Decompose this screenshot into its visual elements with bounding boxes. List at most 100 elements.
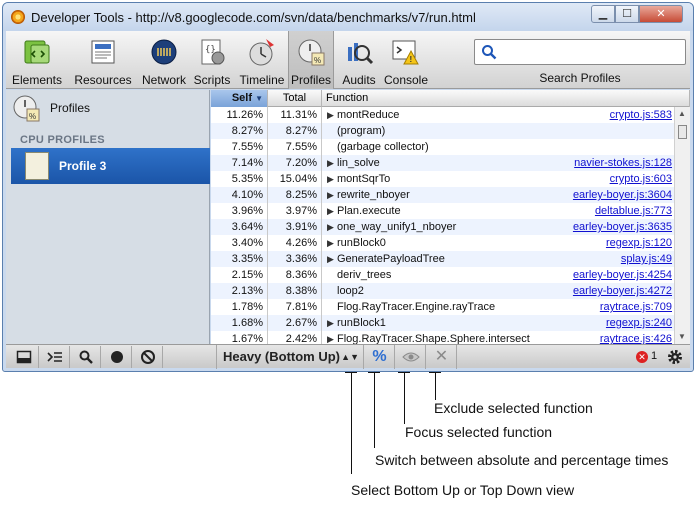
column-header-total[interactable]: Total xyxy=(268,90,322,107)
source-link[interactable]: regexp.js:240 xyxy=(606,315,672,331)
table-row[interactable]: 5.35% 15.04% ▶ montSqrTo crypto.js:603 xyxy=(211,171,674,187)
expand-triangle-icon[interactable]: ▶ xyxy=(327,171,334,187)
focus-function-button[interactable] xyxy=(396,345,426,369)
clear-button[interactable] xyxy=(133,346,163,368)
callout-line xyxy=(404,372,405,424)
vertical-scrollbar[interactable]: ▲ ▼ xyxy=(674,107,690,344)
expand-triangle-icon[interactable]: ▶ xyxy=(327,235,334,251)
expand-triangle-icon[interactable]: ▶ xyxy=(327,219,334,235)
record-button[interactable] xyxy=(102,346,132,368)
source-link[interactable]: navier-stokes.js:128 xyxy=(574,155,672,171)
tab-resources[interactable]: Resources xyxy=(70,31,136,89)
search-label: Search Profiles xyxy=(539,71,621,85)
gear-icon[interactable] xyxy=(666,348,684,366)
source-link[interactable]: deltablue.js:773 xyxy=(595,203,672,219)
table-row[interactable]: 8.27% 8.27% (program) xyxy=(211,123,674,139)
table-row[interactable]: 1.67% 2.42% ▶ Flog.RayTracer.Shape.Sphere.i… xyxy=(211,331,674,344)
expand-triangle-icon[interactable]: ▶ xyxy=(327,155,334,171)
search-field[interactable] xyxy=(474,39,686,65)
table-row[interactable]: 7.55% 7.55% (garbage collector) xyxy=(211,139,674,155)
error-icon[interactable]: ✕ xyxy=(636,351,648,363)
table-row[interactable]: 7.14% 7.20% ▶ lin_solve navier-stokes.js:128 xyxy=(211,155,674,171)
expand-triangle-icon[interactable]: ▶ xyxy=(327,331,334,344)
scroll-down-icon[interactable]: ▼ xyxy=(678,332,686,341)
function-cell: deriv_trees earley-boyer.js:4254 xyxy=(322,267,674,283)
tab-label: Resources xyxy=(74,73,132,87)
search-input[interactable] xyxy=(501,43,681,61)
source-link[interactable]: splay.js:49 xyxy=(621,251,672,267)
function-name: one_way_unify1_nboyer xyxy=(337,221,457,233)
error-count[interactable]: 1 xyxy=(651,350,657,362)
sidebar-item-profiles[interactable]: % Profiles xyxy=(6,90,210,126)
callout-line xyxy=(368,372,380,373)
total-cell: 7.81% xyxy=(268,299,322,315)
source-link[interactable]: earley-boyer.js:3635 xyxy=(573,219,672,235)
source-link[interactable]: regexp.js:120 xyxy=(606,235,672,251)
expand-triangle-icon[interactable]: ▶ xyxy=(327,187,334,203)
window-title: Developer Tools - http://v8.googlecode.c… xyxy=(31,10,476,25)
source-link[interactable]: raytrace.js:709 xyxy=(600,299,672,315)
sidebar-item-profile-3[interactable]: Profile 3 xyxy=(11,148,210,184)
function-cell: ▶ lin_solve navier-stokes.js:128 xyxy=(322,155,674,171)
view-mode-select[interactable]: Heavy (Bottom Up) ▲▼ xyxy=(216,345,364,369)
column-header-function[interactable]: Function xyxy=(322,90,690,107)
tab-network[interactable]: Network xyxy=(140,31,188,89)
table-row[interactable]: 2.13% 8.38% loop2 earley-boyer.js:4272 xyxy=(211,283,674,299)
total-cell: 15.04% xyxy=(268,171,322,187)
function-name: loop2 xyxy=(337,285,364,297)
scroll-up-icon[interactable]: ▲ xyxy=(678,109,686,118)
function-cell: ▶ GeneratePayloadTree splay.js:49 xyxy=(322,251,674,267)
close-button[interactable]: ✕ xyxy=(639,5,683,23)
exclude-function-button[interactable]: ✕ xyxy=(427,345,457,369)
table-row[interactable]: 11.26% 11.31% ▶ montReduce crypto.js:583 xyxy=(211,107,674,123)
tab-console[interactable]: ! Console xyxy=(382,31,430,89)
table-row[interactable]: 1.68% 2.67% ▶ runBlock1 regexp.js:240 xyxy=(211,315,674,331)
column-header-self[interactable]: Self ▼ xyxy=(211,90,268,107)
table-row[interactable]: 2.15% 8.36% deriv_trees earley-boyer.js:425… xyxy=(211,267,674,283)
minimize-button[interactable]: ▁ xyxy=(591,5,615,23)
source-link[interactable]: earley-boyer.js:4254 xyxy=(573,267,672,283)
expand-triangle-icon[interactable]: ▶ xyxy=(327,203,334,219)
table-row[interactable]: 3.96% 3.97% ▶ Plan.execute deltablue.js:773 xyxy=(211,203,674,219)
self-cell: 8.27% xyxy=(211,123,268,139)
tab-timeline[interactable]: Timeline xyxy=(238,31,286,89)
source-link[interactable]: earley-boyer.js:3604 xyxy=(573,187,672,203)
table-row[interactable]: 3.40% 4.26% ▶ runBlock0 regexp.js:120 xyxy=(211,235,674,251)
function-cell: ▶ one_way_unify1_nboyer earley-boyer.js:36… xyxy=(322,219,674,235)
scripts-icon: {} xyxy=(201,39,225,65)
scroll-thumb[interactable] xyxy=(678,125,687,139)
table-row[interactable]: 3.64% 3.91% ▶ one_way_unify1_nboyer earley-b… xyxy=(211,219,674,235)
function-name: Flog.RayTracer.Engine.rayTrace xyxy=(337,301,496,313)
self-cell: 5.35% xyxy=(211,171,268,187)
function-cell: ▶ Plan.execute deltablue.js:773 xyxy=(322,203,674,219)
function-name: GeneratePayloadTree xyxy=(337,253,445,265)
self-cell: 2.13% xyxy=(211,283,268,299)
search-button[interactable] xyxy=(71,346,101,368)
table-row[interactable]: 3.35% 3.36% ▶ GeneratePayloadTree splay.js:4… xyxy=(211,251,674,267)
function-name: runBlock1 xyxy=(337,317,386,329)
percent-toggle-button[interactable]: % xyxy=(365,345,395,369)
dock-button[interactable] xyxy=(9,346,39,368)
tab-profiles[interactable]: % Profiles xyxy=(288,31,334,89)
table-row[interactable]: 4.10% 8.25% ▶ rewrite_nboyer earley-boyer.js… xyxy=(211,187,674,203)
total-cell: 3.36% xyxy=(268,251,322,267)
expand-triangle-icon[interactable]: ▶ xyxy=(327,251,334,267)
self-cell: 4.10% xyxy=(211,187,268,203)
table-row[interactable]: 1.78% 7.81% Flog.RayTracer.Engine.rayTrace… xyxy=(211,299,674,315)
status-bar: Heavy (Bottom Up) ▲▼ % ✕ ✕ 1 xyxy=(6,344,690,369)
expand-triangle-icon[interactable]: ▶ xyxy=(327,315,334,331)
tab-audits[interactable]: Audits xyxy=(338,31,380,89)
profile-data-grid: Self ▼ Total Function 11.26% 11.31% ▶ montR… xyxy=(211,90,690,344)
maximize-button[interactable]: ☐ xyxy=(615,5,639,23)
tab-scripts[interactable]: {} Scripts xyxy=(190,31,234,89)
total-cell: 3.91% xyxy=(268,219,322,235)
source-link[interactable]: crypto.js:603 xyxy=(610,171,672,187)
source-link[interactable]: raytrace.js:426 xyxy=(600,331,672,344)
console-drawer-button[interactable] xyxy=(40,346,70,368)
sort-descending-icon: ▼ xyxy=(255,94,263,103)
expand-triangle-icon[interactable]: ▶ xyxy=(327,107,334,123)
profile-sheet-icon xyxy=(25,152,49,180)
source-link[interactable]: earley-boyer.js:4272 xyxy=(573,283,672,299)
tab-elements[interactable]: Elements xyxy=(8,31,66,89)
source-link[interactable]: crypto.js:583 xyxy=(610,107,672,123)
